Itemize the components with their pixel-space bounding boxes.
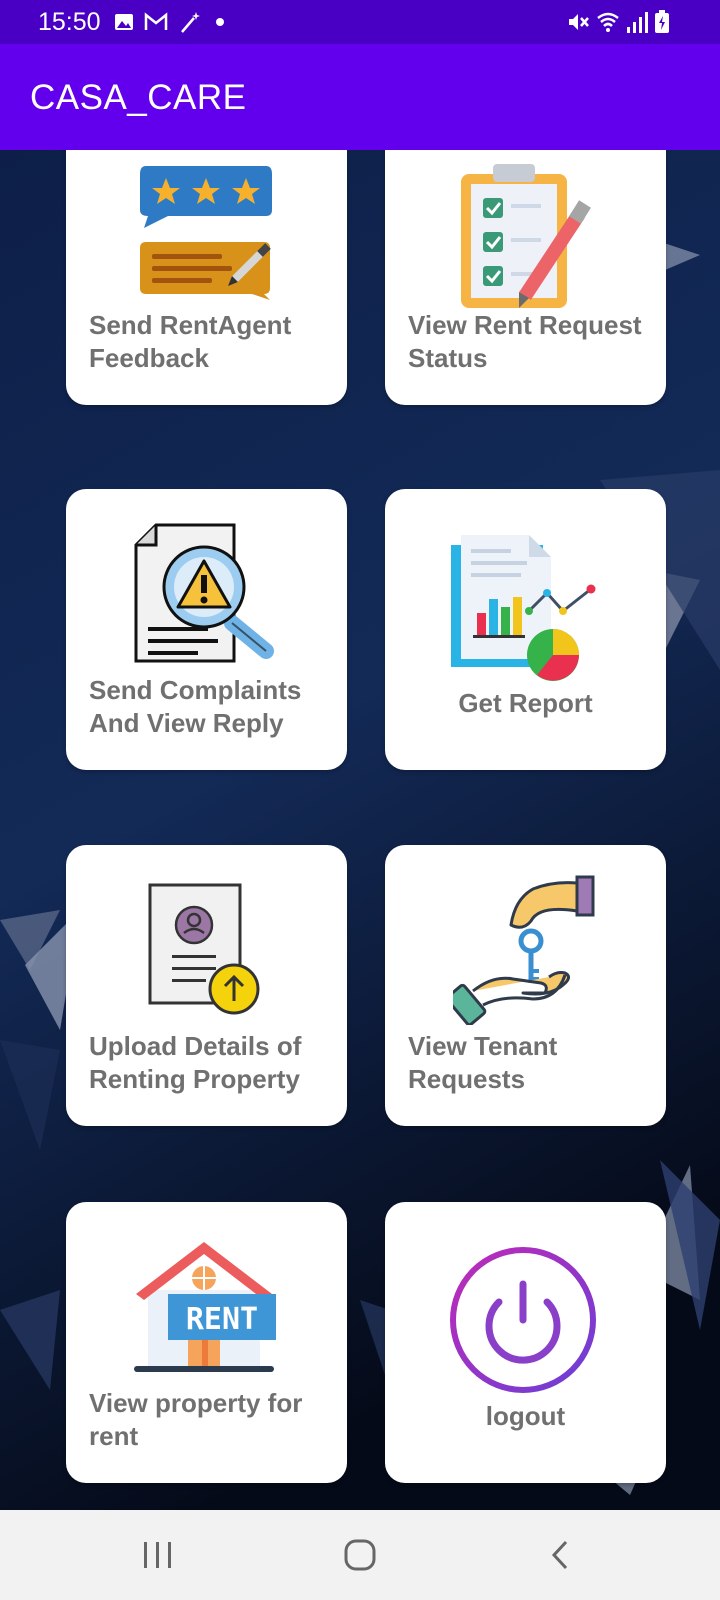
status-left-icons [114, 10, 228, 34]
card-label-send-complaints: Send Complaints And View Reply [89, 675, 302, 738]
gmail-icon [144, 12, 168, 30]
wifi-icon [597, 12, 619, 32]
dashboard-content[interactable]: Send RentAgent Feedback View Rent Reques… [0, 150, 720, 1510]
clipboard-checklist-icon [461, 164, 591, 308]
card-upload-property-details[interactable]: Upload Details of Renting Property [66, 845, 347, 1126]
back-icon[interactable] [530, 1536, 590, 1576]
feedback-icon [140, 166, 272, 300]
navigation-bar [0, 1510, 720, 1600]
status-time: 15:50 [38, 8, 101, 36]
card-label-send-feedback: Send RentAgent Feedback [89, 310, 292, 373]
report-chart-icon [451, 535, 596, 681]
house-rent-icon: RENT [134, 1242, 276, 1372]
key-handover-icon [453, 875, 595, 1025]
card-view-tenant-requests[interactable]: View Tenant Requests [385, 845, 666, 1126]
mute-icon [569, 14, 589, 30]
magic-wand-icon [181, 12, 200, 33]
card-view-rent-request-status[interactable]: View Rent Request Status [385, 150, 666, 405]
card-logout[interactable]: logout [385, 1202, 666, 1483]
dot-icon [216, 18, 224, 26]
card-view-property-for-rent[interactable]: RENT View property for rent [66, 1202, 347, 1483]
rent-sign-text: RENT [186, 1302, 258, 1337]
card-label-view-property-for-rent: View property for rent [89, 1388, 303, 1451]
card-get-report[interactable]: Get Report [385, 489, 666, 770]
complaint-magnifier-icon [134, 523, 274, 663]
app-title: CASA_CARE [30, 78, 247, 117]
recent-apps-icon[interactable] [128, 1536, 188, 1576]
home-icon[interactable] [330, 1536, 390, 1576]
status-bar: 15:50 [0, 0, 720, 44]
power-icon [450, 1247, 596, 1393]
app-bar: CASA_CARE [0, 44, 720, 150]
card-label-get-report: Get Report [458, 688, 593, 718]
card-send-feedback[interactable]: Send RentAgent Feedback [66, 150, 347, 405]
battery-icon [655, 10, 669, 33]
card-send-complaints[interactable]: Send Complaints And View Reply [66, 489, 347, 770]
card-label-logout: logout [485, 1401, 566, 1431]
image-icon [115, 14, 133, 30]
upload-document-icon [148, 883, 260, 1015]
status-right-icons [566, 10, 670, 34]
card-label-view-rent-request-status: View Rent Request Status [408, 310, 642, 373]
card-label-view-tenant-requests: View Tenant Requests [408, 1031, 558, 1094]
card-label-upload-property-details: Upload Details of Renting Property [89, 1031, 302, 1094]
signal-icon [627, 12, 648, 33]
